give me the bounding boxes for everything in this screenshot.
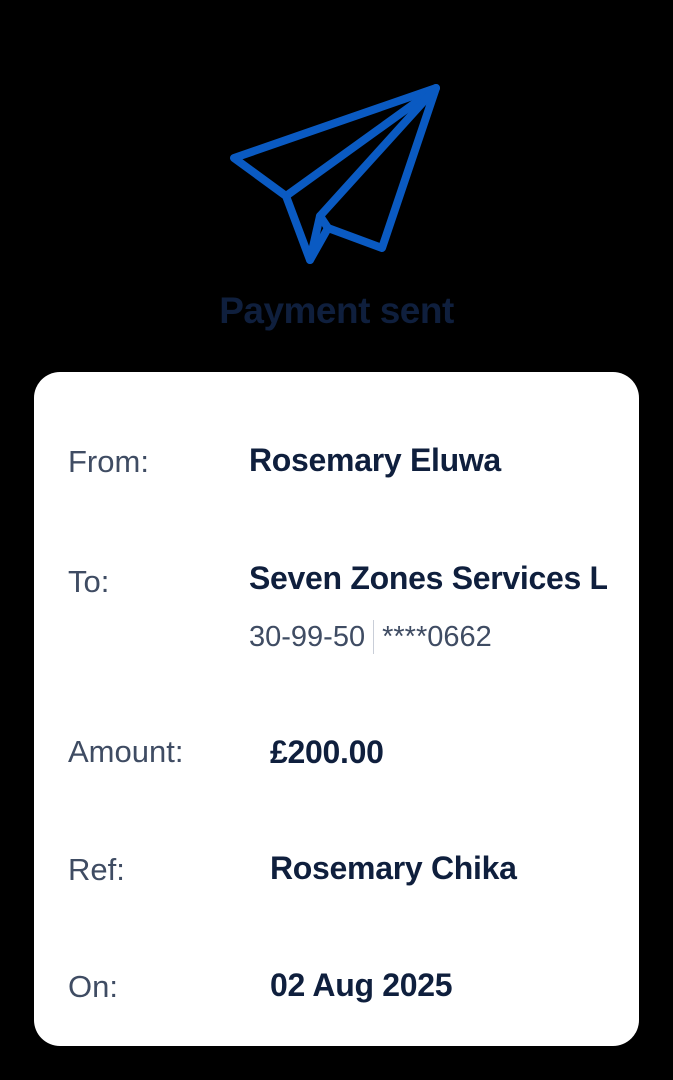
from-label: From: — [68, 444, 149, 479]
to-account-details: 30-99-50 ****0662 — [249, 620, 492, 654]
from-value: Rosemary Eluwa — [249, 442, 501, 478]
divider — [373, 620, 375, 654]
paper-plane-icon — [222, 78, 450, 270]
account-number: ****0662 — [382, 620, 492, 653]
sort-code: 30-99-50 — [249, 620, 366, 653]
date-label: On: — [68, 969, 118, 1004]
status-title: Payment sent — [219, 290, 454, 331]
ref-label: Ref: — [68, 852, 125, 887]
payment-details-card: From: Rosemary Eluwa To: Seven Zones Ser… — [34, 372, 639, 1046]
to-label: To: — [68, 564, 110, 599]
ref-value: Rosemary Chika — [270, 850, 517, 886]
amount-label: Amount: — [68, 734, 184, 769]
to-value: Seven Zones Services Ltd — [249, 560, 607, 596]
date-value: 02 Aug 2025 — [270, 967, 453, 1003]
amount-value: £200.00 — [270, 734, 384, 770]
